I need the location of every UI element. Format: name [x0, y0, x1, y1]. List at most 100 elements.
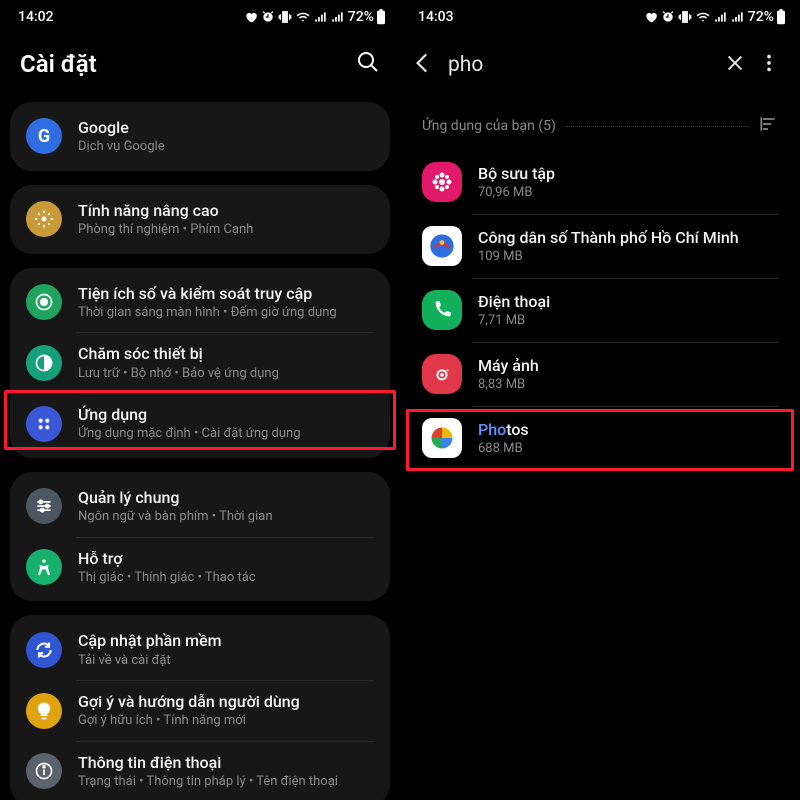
general-icon: [26, 488, 62, 524]
app-item-gallery[interactable]: Bộ sưu tập70,96 MB: [406, 150, 794, 214]
settings-item-advanced[interactable]: Tính năng nâng caoPhòng thí nghiệm • Phí…: [10, 189, 390, 250]
settings-item-label: Hỗ trợ: [78, 549, 256, 568]
app-item-label: Photos: [478, 420, 529, 439]
app-item-photos[interactable]: Photos 688 MB: [406, 406, 794, 470]
more-vertical-icon: [758, 52, 780, 74]
accessibility-icon: [26, 549, 62, 585]
battery-indicator: 72%: [348, 9, 386, 25]
settings-item-google[interactable]: G Google Dịch vụ Google: [10, 106, 390, 167]
settings-item-apps[interactable]: Ứng dụng Ứng dụng mặc định • Cài đặt ứng …: [10, 393, 390, 454]
app-item-size: 109 MB: [478, 249, 739, 265]
settings-item-accessibility[interactable]: Hỗ trợ Thị giác • Thính giác • Thao tác: [10, 537, 390, 598]
signal-icon: [714, 10, 728, 24]
advanced-icon: [26, 201, 62, 237]
settings-list: G Google Dịch vụ Google Tính năng nâng caoP…: [0, 102, 400, 800]
settings-item-label: Gợi ý và hướng dẫn người dùng: [78, 692, 300, 711]
settings-item-sublabel: Ứng dụng mặc định • Cài đặt ứng dụng: [78, 426, 301, 442]
app-item-size: 688 MB: [478, 441, 529, 457]
settings-item-text: Thông tin điện thoại Trạng thái • Thông t…: [78, 753, 338, 790]
settings-item-sublabel: Trạng thái • Thông tin pháp lý • Tên điệ…: [78, 774, 338, 790]
settings-item-text: Ứng dụng Ứng dụng mặc định • Cài đặt ứng …: [78, 405, 301, 442]
settings-item-text: Quản lý chung Ngôn ngữ và bàn phím • Thời…: [78, 488, 273, 525]
vibrate-icon: [278, 10, 292, 24]
settings-item-text: Chăm sóc thiết bị Lưu trữ • Bộ nhớ • Bảo …: [78, 344, 279, 381]
heart-icon: [644, 10, 658, 24]
settings-item-general[interactable]: Quản lý chung Ngôn ngữ và bàn phím • Thời…: [10, 476, 390, 537]
app-item-phone[interactable]: Điện thoại 7,71 MB: [406, 278, 794, 342]
settings-item-label: Thông tin điện thoại: [78, 753, 338, 772]
settings-group: Quản lý chung Ngôn ngữ và bàn phím • Thời…: [10, 472, 390, 602]
update-icon: [26, 632, 62, 668]
search-input[interactable]: pho: [442, 53, 718, 77]
search-button[interactable]: [356, 50, 380, 78]
phone-left-settings: 14:02 72% Cài đặt GGoogleDịch vụ: [0, 0, 400, 800]
sort-button[interactable]: [758, 114, 778, 138]
app-item-label: Máy ảnh: [478, 356, 539, 375]
status-bar: 14:02 72%: [0, 0, 400, 30]
settings-group: Tiện ích số và kiểm soát truy cập Thời gi…: [10, 268, 390, 458]
wifi-icon: [695, 10, 711, 24]
more-options-button[interactable]: [752, 52, 786, 78]
settings-item-sublabel: Gợi ý hữu ích • Tính năng mới: [78, 713, 300, 729]
settings-item-label: Quản lý chung: [78, 488, 273, 507]
settings-item-about[interactable]: Thông tin điện thoại Trạng thái • Thông t…: [10, 741, 390, 800]
photos-icon: [422, 418, 462, 458]
settings-item-wellbeing[interactable]: Tiện ích số và kiểm soát truy cập Thời gi…: [10, 272, 390, 333]
signal-icon: [314, 10, 328, 24]
close-icon: [724, 52, 746, 74]
app-item-camera[interactable]: Máy ảnh8,83 MB: [406, 342, 794, 406]
settings-item-label: Tính năng nâng cao: [78, 201, 253, 220]
status-indicators: 72%: [244, 9, 386, 25]
app-item-text: Điện thoại 7,71 MB: [478, 292, 550, 329]
clear-search-button[interactable]: [724, 52, 746, 78]
app-item-label: Công dân số Thành phố Hồ Chí Minh: [478, 228, 739, 247]
settings-item-label: Google: [78, 118, 165, 137]
settings-group: Tính năng nâng caoPhòng thí nghiệm • Phí…: [10, 185, 390, 254]
section-title: Ứng dụng của bạn (5): [422, 118, 556, 134]
back-button[interactable]: [410, 50, 436, 80]
app-item-text: Công dân số Thành phố Hồ Chí Minh 109 MB: [478, 228, 739, 265]
settings-item-label: Ứng dụng: [78, 405, 301, 424]
status-bar: 14:03 72%: [400, 0, 800, 30]
apps-icon: [26, 406, 62, 442]
battery-indicator: 72%: [748, 9, 786, 25]
settings-item-label: Tiện ích số và kiểm soát truy cập: [78, 284, 337, 303]
settings-item-devicecare[interactable]: Chăm sóc thiết bị Lưu trữ • Bộ nhớ • Bảo …: [10, 332, 390, 393]
settings-item-text: Google Dịch vụ Google: [78, 118, 165, 155]
app-item-hcmc[interactable]: Công dân số Thành phố Hồ Chí Minh 109 MB: [406, 214, 794, 278]
settings-item-tips[interactable]: Gợi ý và hướng dẫn người dùng Gợi ý hữu í…: [10, 680, 390, 741]
settings-item-label: Chăm sóc thiết bị: [78, 344, 279, 363]
app-item-label: Điện thoại: [478, 292, 550, 311]
settings-item-sublabel: Ngôn ngữ và bàn phím • Thời gian: [78, 509, 273, 525]
status-indicators: 72%: [644, 9, 786, 25]
section-your-apps: Ứng dụng của bạn (5): [400, 104, 800, 150]
alarm-icon: [661, 10, 675, 24]
google-icon: G: [26, 118, 62, 154]
status-time: 14:03: [418, 9, 454, 25]
app-item-size: 70,96 MB: [478, 185, 555, 201]
settings-item-sublabel: Thời gian sáng màn hình • Đếm giờ ứng dụ…: [78, 305, 337, 321]
status-time: 14:02: [18, 9, 54, 25]
wellbeing-icon: [26, 284, 62, 320]
phone-right-search: 14:03 72% pho: [400, 0, 800, 800]
signal-icon-2: [331, 10, 345, 24]
settings-item-sublabel: Thị giác • Thính giác • Thao tác: [78, 570, 256, 586]
back-icon: [410, 50, 436, 76]
search-icon: [356, 50, 380, 74]
page-title: Cài đặt: [20, 50, 97, 78]
settings-item-text: Cập nhật phần mềm Tải về và cài đặt: [78, 631, 222, 668]
settings-header: Cài đặt: [0, 30, 400, 102]
app-item-size: 7,71 MB: [478, 313, 550, 329]
hcmc-icon: [422, 226, 462, 266]
alarm-icon: [261, 10, 275, 24]
vibrate-icon: [678, 10, 692, 24]
settings-item-sublabel: Dịch vụ Google: [78, 139, 165, 155]
settings-item-label: Cập nhật phần mềm: [78, 631, 222, 650]
settings-item-sublabel: Lưu trữ • Bộ nhớ • Bảo vệ ứng dụng: [78, 366, 279, 382]
settings-item-update[interactable]: Cập nhật phần mềm Tải về và cài đặt: [10, 619, 390, 680]
battery-icon: [776, 9, 786, 25]
about-icon: [26, 753, 62, 789]
settings-item-text: Gợi ý và hướng dẫn người dùng Gợi ý hữu í…: [78, 692, 300, 729]
settings-item-sublabel: Tải về và cài đặt: [78, 653, 222, 669]
gallery-icon: [422, 162, 462, 202]
